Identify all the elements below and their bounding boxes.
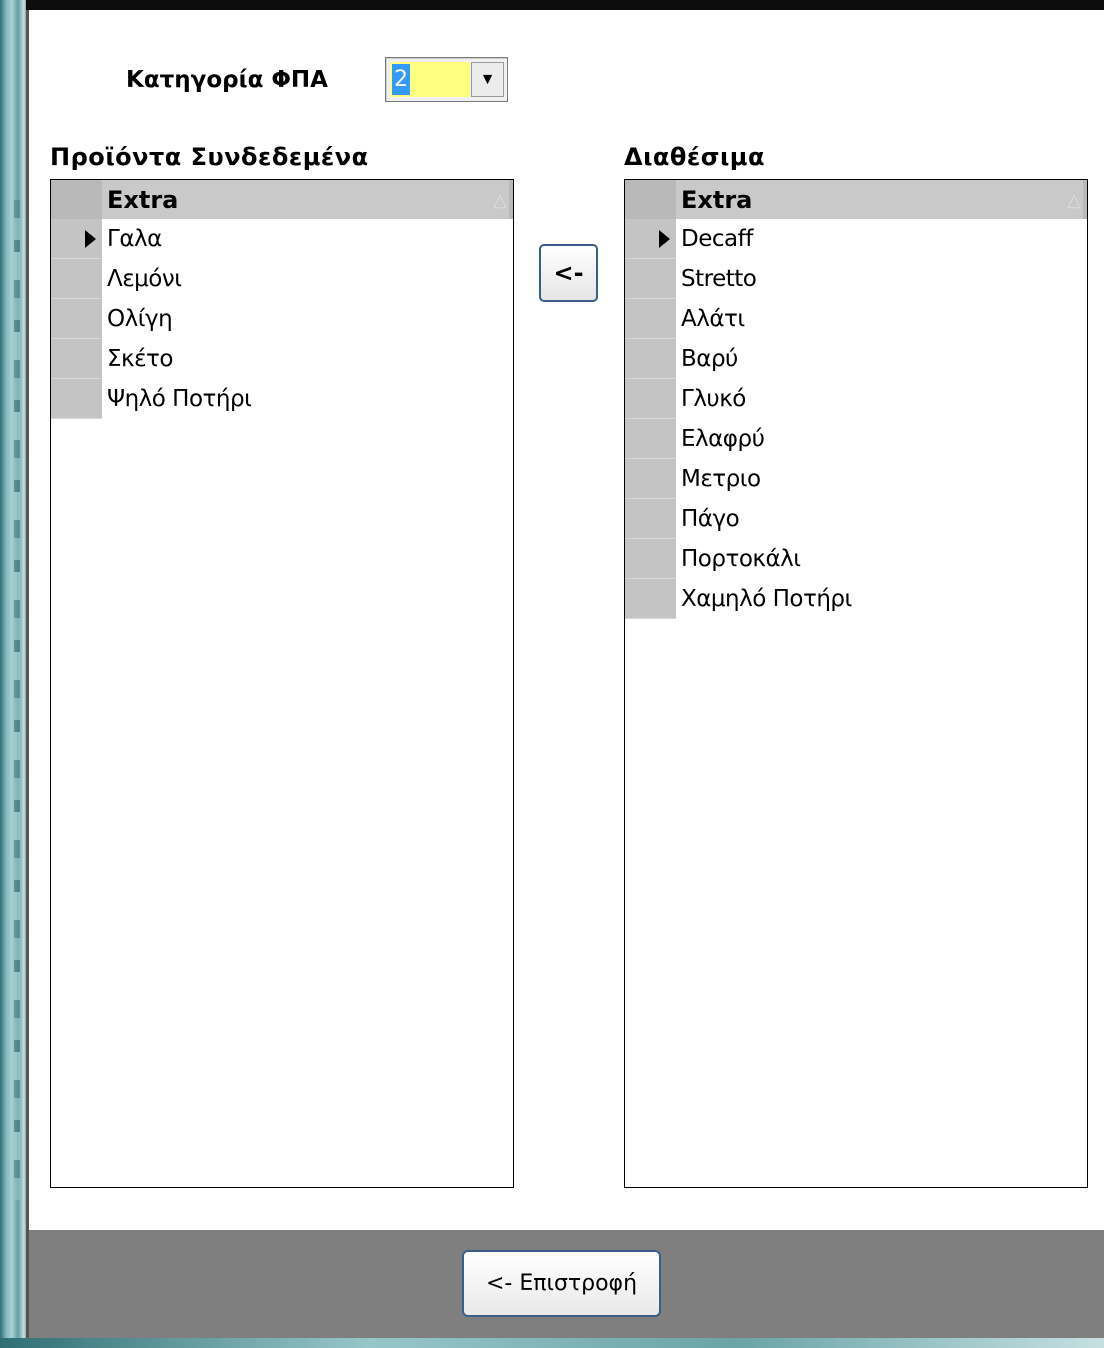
- row-cell-extra[interactable]: Γαλα: [107, 226, 162, 252]
- row-cell-extra[interactable]: Ολίγη: [107, 306, 173, 332]
- window-bottom-border: [0, 1338, 1104, 1348]
- table-row[interactable]: Βαρύ: [625, 339, 1087, 379]
- available-rows: Decaff Stretto Αλάτι Βαρύ Γλυκό Ελαφρύ Μετριο Π…: [625, 219, 1087, 619]
- row-selector[interactable]: [51, 219, 102, 259]
- sort-ascending-icon[interactable]: △: [493, 190, 507, 211]
- table-row[interactable]: Λεμόνι: [51, 259, 513, 299]
- row-selector[interactable]: [625, 259, 676, 299]
- table-row[interactable]: Πορτοκάλι: [625, 539, 1087, 579]
- table-row[interactable]: Ψηλό Ποτήρι: [51, 379, 513, 419]
- current-row-arrow-icon: [659, 230, 670, 248]
- linked-rows: Γαλα Λεμόνι Ολίγη Σκέτο Ψηλό Ποτήρι: [51, 219, 513, 419]
- row-cell-extra[interactable]: Βαρύ: [681, 346, 738, 372]
- row-selector[interactable]: [51, 379, 102, 419]
- table-row[interactable]: Stretto: [625, 259, 1087, 299]
- chevron-down-icon[interactable]: ▼: [471, 62, 504, 97]
- row-selector[interactable]: [625, 499, 676, 539]
- row-cell-extra[interactable]: Μετριο: [681, 466, 761, 492]
- row-cell-extra[interactable]: Stretto: [681, 266, 757, 292]
- linked-products-title: Προϊόντα Συνδεδεμένα: [50, 143, 369, 171]
- available-title: Διαθέσιμα: [624, 143, 765, 171]
- table-row[interactable]: Ολίγη: [51, 299, 513, 339]
- row-cell-extra[interactable]: Πάγο: [681, 506, 740, 532]
- column-header-label: Extra: [107, 186, 179, 214]
- move-left-button[interactable]: <-: [539, 244, 598, 302]
- row-cell-extra[interactable]: Σκέτο: [107, 346, 173, 372]
- table-row[interactable]: Μετριο: [625, 459, 1087, 499]
- vat-category-combo[interactable]: 2 ▼: [385, 57, 508, 102]
- row-selector[interactable]: [625, 579, 676, 619]
- row-cell-extra[interactable]: Λεμόνι: [107, 266, 182, 292]
- row-selector[interactable]: [51, 259, 102, 299]
- table-row[interactable]: Χαμηλό Ποτήρι: [625, 579, 1087, 619]
- row-selector[interactable]: [625, 299, 676, 339]
- row-selector[interactable]: [625, 419, 676, 459]
- row-cell-extra[interactable]: Πορτοκάλι: [681, 546, 801, 572]
- window-left-border: [0, 0, 26, 1348]
- table-row[interactable]: Γλυκό: [625, 379, 1087, 419]
- available-grid[interactable]: Extra △ Decaff Stretto Αλάτι Βαρύ Γλυκό Ελαφρ…: [624, 179, 1088, 1188]
- row-cell-extra[interactable]: Γλυκό: [681, 386, 746, 412]
- table-row[interactable]: Ελαφρύ: [625, 419, 1087, 459]
- row-cell-extra[interactable]: Χαμηλό Ποτήρι: [681, 586, 852, 612]
- row-selector[interactable]: [625, 379, 676, 419]
- table-row[interactable]: Σκέτο: [51, 339, 513, 379]
- table-row[interactable]: Decaff: [625, 219, 1087, 259]
- row-selector[interactable]: [625, 219, 676, 259]
- vat-category-value-box[interactable]: 2: [390, 62, 470, 97]
- linked-products-grid[interactable]: Extra △ Γαλα Λεμόνι Ολίγη Σκέτο Ψηλό Ποτήρι: [50, 179, 514, 1188]
- row-selector[interactable]: [625, 539, 676, 579]
- row-cell-extra[interactable]: Ψηλό Ποτήρι: [107, 386, 252, 412]
- vat-category-label: Κατηγορία ΦΠΑ: [126, 67, 328, 93]
- row-selector[interactable]: [51, 299, 102, 339]
- sort-ascending-icon[interactable]: △: [1067, 190, 1081, 211]
- row-cell-extra[interactable]: Decaff: [681, 226, 753, 252]
- row-selector[interactable]: [625, 459, 676, 499]
- table-row[interactable]: Αλάτι: [625, 299, 1087, 339]
- table-row[interactable]: Γαλα: [51, 219, 513, 259]
- row-selector[interactable]: [51, 339, 102, 379]
- row-cell-extra[interactable]: Ελαφρύ: [681, 426, 765, 452]
- vat-category-value: 2: [392, 64, 410, 95]
- grid-header: Extra △: [625, 180, 1087, 219]
- return-button[interactable]: <- Επιστροφή: [462, 1250, 661, 1317]
- column-header-label: Extra: [681, 186, 753, 214]
- row-cell-extra[interactable]: Αλάτι: [681, 306, 745, 332]
- window-top-border: [0, 0, 1104, 10]
- current-row-arrow-icon: [85, 230, 96, 248]
- table-row[interactable]: Πάγο: [625, 499, 1087, 539]
- row-selector[interactable]: [625, 339, 676, 379]
- grid-header: Extra △: [51, 180, 513, 219]
